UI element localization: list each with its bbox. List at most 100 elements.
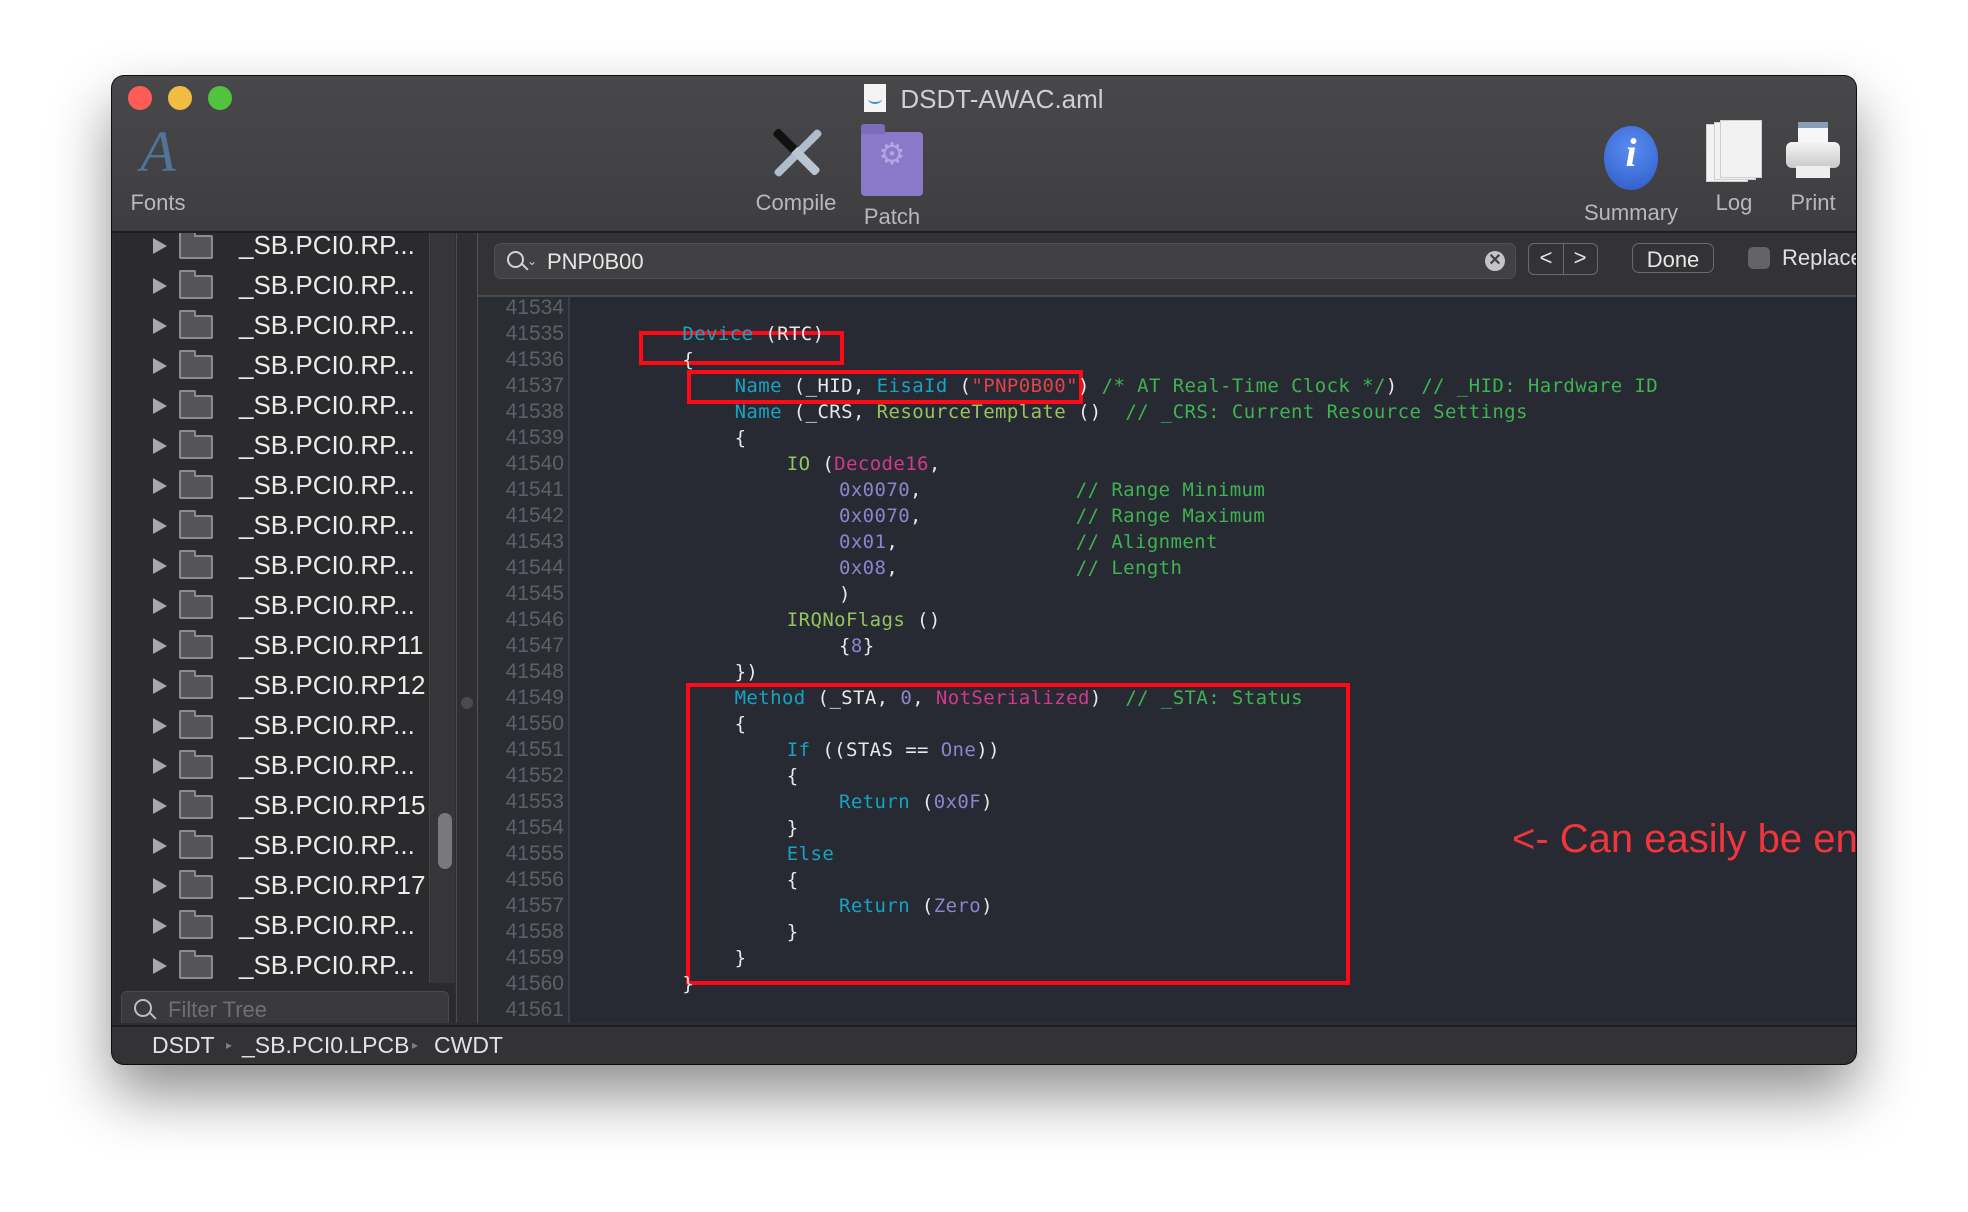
filter-tree-input[interactable] bbox=[166, 992, 440, 1023]
disclosure-triangle-icon[interactable] bbox=[153, 398, 167, 414]
tree-item[interactable]: _SB.PCI0.RP... bbox=[113, 585, 429, 625]
print-button[interactable]: Print bbox=[1782, 120, 1844, 216]
clear-search-icon[interactable]: ✕ bbox=[1485, 251, 1505, 271]
breadcrumb-1[interactable]: _SB.PCI0.LPCB bbox=[242, 1027, 409, 1064]
code-line: 0x0070, // Range Minimum bbox=[839, 477, 1265, 503]
disclosure-triangle-icon[interactable] bbox=[153, 638, 167, 654]
folder-icon bbox=[179, 630, 213, 659]
disclosure-triangle-icon[interactable] bbox=[153, 878, 167, 894]
replace-checkbox[interactable] bbox=[1748, 247, 1770, 269]
document-icon bbox=[864, 84, 887, 112]
code-line: } bbox=[787, 815, 799, 841]
line-number: 41547 bbox=[505, 634, 564, 657]
code-token: // Range Minimum bbox=[1075, 479, 1266, 501]
code-line: IO (Decode16, bbox=[787, 451, 941, 477]
code-token: 0x0F bbox=[933, 791, 982, 813]
find-previous-button[interactable]: < bbox=[1529, 244, 1564, 274]
code-token: ) bbox=[1077, 375, 1102, 397]
disclosure-triangle-icon[interactable] bbox=[153, 478, 167, 494]
disclosure-triangle-icon[interactable] bbox=[153, 918, 167, 934]
tree-item[interactable]: _SB.PCI0.RP... bbox=[113, 305, 429, 345]
disclosure-triangle-icon[interactable] bbox=[153, 318, 167, 334]
tree-item[interactable]: _SB.PCI0.RP... bbox=[113, 545, 429, 585]
tree-item-label: _SB.PCI0.RP... bbox=[239, 910, 415, 940]
line-number: 41536 bbox=[505, 348, 564, 371]
code-token: ( bbox=[910, 791, 934, 813]
code-view[interactable]: <- Can easily be enabled 41534 41535 Devic… bbox=[478, 297, 1856, 1023]
folder-icon bbox=[179, 550, 213, 579]
line-number: 41552 bbox=[505, 764, 564, 787]
tree-item[interactable]: _SB.PCI0.RP11 bbox=[113, 625, 429, 665]
tree-item[interactable]: _SB.PCI0.RP12 bbox=[113, 665, 429, 705]
chevron-down-icon[interactable]: ⌄ bbox=[527, 254, 537, 268]
code-token: () bbox=[1066, 401, 1126, 423]
tree-item[interactable]: _SB.PCI0.RP... bbox=[113, 945, 429, 983]
code-token: Decode16 bbox=[834, 453, 929, 475]
code-line: { bbox=[787, 763, 799, 789]
line-number: 41538 bbox=[505, 400, 564, 423]
breadcrumb-2[interactable]: CWDT bbox=[434, 1027, 503, 1064]
disclosure-triangle-icon[interactable] bbox=[153, 238, 167, 254]
tree-item[interactable]: _SB.PCI0.RP17 bbox=[113, 865, 429, 905]
tree-item[interactable]: _SB.PCI0.RP... bbox=[113, 425, 429, 465]
code-token: } bbox=[734, 947, 747, 969]
code-token: )) bbox=[976, 739, 1000, 761]
disclosure-triangle-icon[interactable] bbox=[153, 438, 167, 454]
disclosure-triangle-icon[interactable] bbox=[153, 358, 167, 374]
tree-item[interactable]: _SB.PCI0.RP... bbox=[113, 505, 429, 545]
line-number: 41551 bbox=[505, 738, 564, 761]
compile-button[interactable]: Compile bbox=[748, 120, 844, 216]
code-token: } bbox=[862, 635, 875, 657]
split-view-divider[interactable] bbox=[456, 233, 479, 1023]
disclosure-triangle-icon[interactable] bbox=[153, 798, 167, 814]
code-line: } bbox=[735, 945, 747, 971]
fonts-button[interactable]: A Fonts bbox=[122, 120, 194, 216]
summary-button[interactable]: i Summary bbox=[1576, 120, 1686, 226]
tree-item[interactable]: _SB.PCI0.RP... bbox=[113, 465, 429, 505]
code-line: Device (RTC) bbox=[682, 321, 824, 347]
disclosure-triangle-icon[interactable] bbox=[153, 838, 167, 854]
patch-button[interactable]: ⚙ Patch bbox=[852, 120, 932, 230]
code-line: Name (_CRS, ResourceTemplate () // _CRS:… bbox=[735, 399, 1528, 425]
tree-item[interactable]: _SB.PCI0.RP... bbox=[113, 385, 429, 425]
filter-tree-field[interactable] bbox=[121, 991, 449, 1023]
line-number: 41550 bbox=[505, 712, 564, 735]
disclosure-triangle-icon[interactable] bbox=[153, 518, 167, 534]
tree-item[interactable]: _SB.PCI0.RP... bbox=[113, 345, 429, 385]
folder-icon bbox=[179, 870, 213, 899]
code-token: Device bbox=[682, 323, 754, 345]
tree-scrollbar-thumb[interactable] bbox=[438, 813, 452, 869]
disclosure-triangle-icon[interactable] bbox=[153, 958, 167, 974]
code-token: ) bbox=[839, 583, 851, 605]
tree-item-label: _SB.PCI0.RP... bbox=[239, 233, 415, 260]
breadcrumb-0[interactable]: DSDT bbox=[152, 1027, 215, 1064]
code-token: Name bbox=[734, 401, 782, 423]
tree-item-label: _SB.PCI0.RP... bbox=[239, 550, 415, 580]
tree-item[interactable]: _SB.PCI0.RP... bbox=[113, 233, 429, 265]
code-token: ( bbox=[810, 453, 835, 475]
done-button[interactable]: Done bbox=[1632, 243, 1714, 273]
code-token: (RTC) bbox=[753, 323, 825, 345]
code-line: IRQNoFlags () bbox=[787, 607, 941, 633]
tree-item[interactable]: _SB.PCI0.RP... bbox=[113, 905, 429, 945]
folder-icon bbox=[179, 310, 213, 339]
log-button[interactable]: Log bbox=[1702, 120, 1766, 216]
find-input[interactable] bbox=[545, 244, 1449, 280]
disclosure-triangle-icon[interactable] bbox=[153, 758, 167, 774]
tree-item[interactable]: _SB.PCI0.RP... bbox=[113, 745, 429, 785]
divider-handle[interactable] bbox=[461, 697, 473, 709]
tree-item[interactable]: _SB.PCI0.RP... bbox=[113, 825, 429, 865]
tree-item[interactable]: _SB.PCI0.RP... bbox=[113, 705, 429, 745]
disclosure-triangle-icon[interactable] bbox=[153, 718, 167, 734]
tree-item[interactable]: _SB.PCI0.RP... bbox=[113, 265, 429, 305]
disclosure-triangle-icon[interactable] bbox=[153, 278, 167, 294]
print-label: Print bbox=[1790, 190, 1836, 215]
find-field[interactable]: ⌄ ✕ bbox=[494, 243, 1516, 280]
tree-scrollbar[interactable] bbox=[429, 233, 455, 983]
tree-item[interactable]: _SB.PCI0.RP15 bbox=[113, 785, 429, 825]
disclosure-triangle-icon[interactable] bbox=[153, 598, 167, 614]
disclosure-triangle-icon[interactable] bbox=[153, 558, 167, 574]
disclosure-triangle-icon[interactable] bbox=[153, 678, 167, 694]
find-next-button[interactable]: > bbox=[1563, 244, 1597, 274]
fonts-label: Fonts bbox=[130, 190, 186, 215]
